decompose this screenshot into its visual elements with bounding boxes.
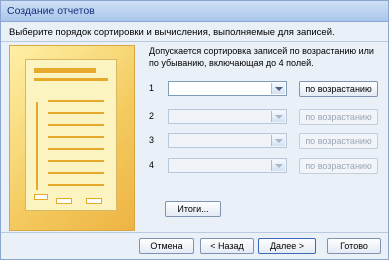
footer-divider (1, 232, 388, 233)
wizard-instruction: Выберите порядок сортировки и вычисления… (9, 27, 335, 38)
chevron-down-icon[interactable] (271, 135, 285, 146)
next-button[interactable]: Далее > (258, 238, 316, 254)
sort-row-number: 1 (149, 83, 155, 93)
sort-field-combo-1[interactable] (168, 81, 287, 96)
sort-row-number: 2 (149, 111, 155, 121)
summary-button[interactable]: Итоги... (165, 201, 221, 217)
back-button[interactable]: < Назад (200, 238, 254, 254)
window-title: Создание отчетов (7, 5, 95, 17)
sort-order-button-4[interactable]: по возрастанию (299, 158, 378, 174)
finish-button[interactable]: Готово (327, 238, 381, 254)
sort-field-combo-2[interactable] (168, 109, 287, 124)
report-illustration-icon (9, 45, 135, 231)
sort-row-number: 3 (149, 135, 155, 145)
sort-field-combo-3[interactable] (168, 133, 287, 148)
chevron-down-icon[interactable] (271, 111, 285, 122)
sort-order-button-2[interactable]: по возрастанию (299, 109, 378, 125)
chevron-down-icon[interactable] (271, 83, 285, 94)
header-divider (1, 41, 388, 42)
sort-row-number: 4 (149, 160, 155, 170)
cancel-button[interactable]: Отмена (139, 238, 194, 254)
report-wizard-window: Создание отчетов Выберите порядок сортир… (0, 0, 389, 260)
sort-description: Допускается сортировка записей по возрас… (149, 46, 374, 68)
chevron-down-icon[interactable] (271, 160, 285, 171)
sort-order-button-1[interactable]: по возрастанию (299, 81, 378, 97)
sort-order-button-3[interactable]: по возрастанию (299, 133, 378, 149)
sort-field-combo-4[interactable] (168, 158, 287, 173)
title-bar[interactable]: Создание отчетов (1, 1, 388, 22)
